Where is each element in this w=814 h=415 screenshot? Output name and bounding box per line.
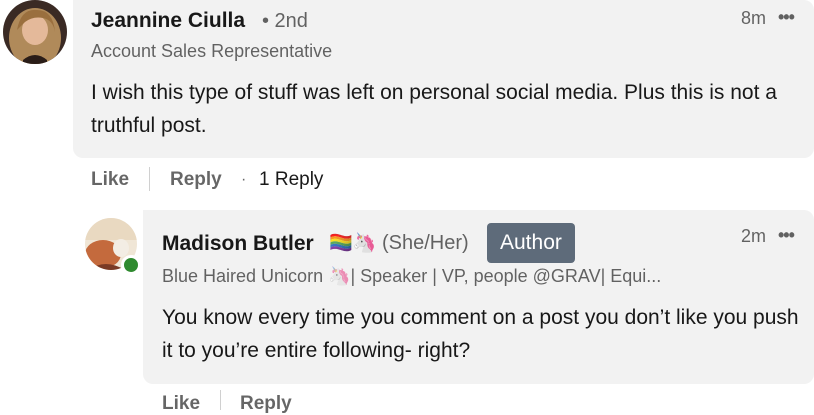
online-status-indicator bbox=[121, 255, 141, 275]
author-pronouns: (She/Her) bbox=[382, 232, 469, 254]
like-button[interactable]: Like bbox=[91, 169, 129, 191]
reply-text: You know every time you comment on a pos… bbox=[162, 306, 799, 362]
more-options-icon[interactable]: ••• bbox=[778, 7, 795, 28]
reply-author-name[interactable]: Madison Butler bbox=[162, 232, 314, 256]
author-emoji: 🏳️‍🌈🦄 bbox=[329, 233, 377, 254]
reply-count-link[interactable]: 1 Reply bbox=[259, 169, 323, 191]
reply-reply-button[interactable]: Reply bbox=[240, 393, 292, 415]
reply-button[interactable]: Reply bbox=[170, 169, 222, 191]
comment-author-name[interactable]: Jeannine Ciulla bbox=[91, 9, 245, 33]
author-headline: Account Sales Representative bbox=[91, 41, 333, 61]
reply-author-headline: Blue Haired Unicorn 🦄| Speaker | VP, peo… bbox=[162, 266, 662, 286]
comment-timestamp: 8m bbox=[741, 8, 767, 28]
action-divider bbox=[149, 167, 150, 191]
reply-action-divider bbox=[220, 390, 221, 410]
author-badge: Author bbox=[487, 223, 575, 263]
avatar[interactable] bbox=[3, 0, 67, 64]
separator-dot: · bbox=[241, 171, 247, 188]
reply-more-options-icon[interactable]: ••• bbox=[778, 225, 795, 246]
reply-timestamp: 2m bbox=[741, 226, 767, 246]
comment-text: I wish this type of stuff was left on pe… bbox=[91, 81, 777, 137]
connection-degree: • 2nd bbox=[262, 10, 308, 32]
reply-like-button[interactable]: Like bbox=[162, 393, 200, 415]
